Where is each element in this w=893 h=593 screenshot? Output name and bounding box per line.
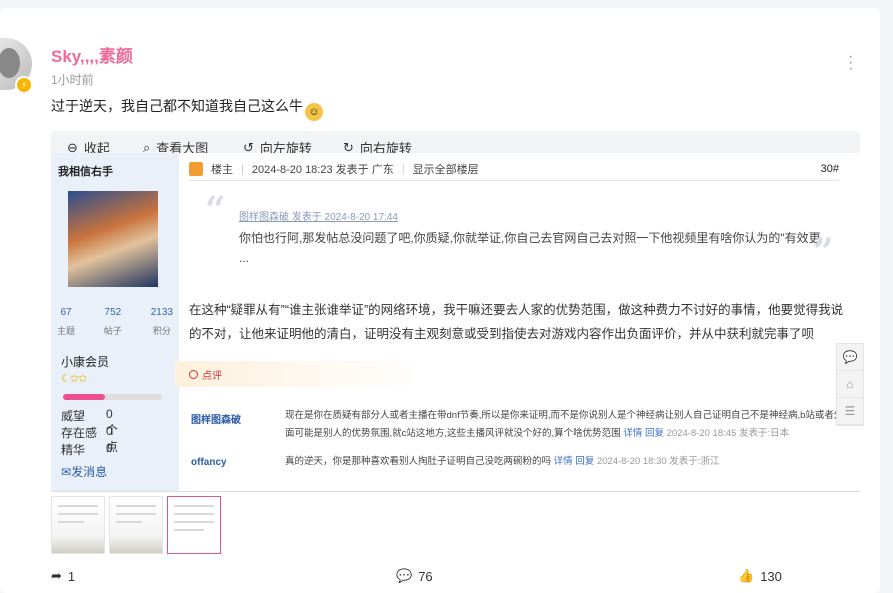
comment-text: 真的逆天，你是那种喜欢看别人掏肚子证明自己没吃两碗粉的吗 详情 回复 2024-… [285,453,845,471]
stat-points: 2133 积分 [151,307,173,337]
vip-badge-icon: ⚡ [15,76,33,94]
image-thumbnails [51,496,221,554]
level-progress-fill [63,394,105,400]
floor-role: 楼主 [211,164,233,176]
share-icon: ➦ [51,568,62,583]
level-stars-icon: ☾✩✩ [61,373,87,385]
stat-posts: 752 帖子 [104,307,122,337]
comment-body: 真的逆天，你是那种喜欢看别人掏肚子证明自己没吃两碗粉的吗 [285,456,552,467]
thumbnail-2[interactable] [109,496,163,554]
presence-label: 存在感 [61,426,98,440]
comment-button[interactable]: 💬 76 [396,568,433,584]
floor-number: 30# [820,163,839,175]
like-button[interactable]: 👍 130 [738,568,782,584]
comment-author: 图样图森破 [191,415,241,426]
forum-stats: 67 主题 752 帖子 2133 积分 [57,307,173,337]
circle-icon [189,369,198,379]
quote-text: 你怕也行阿,那发帖总没问题了吧,你质疑,你就举证,你自己去官网自己去对照一下他视… [239,231,821,265]
comment-links: 详情 回复 [623,428,664,439]
floor-bar: 楼主 | 2024-8-20 18:23 发表于 广东 | 显示全部楼层 30# [189,158,839,181]
share-button[interactable]: ➦ 1 [51,568,75,584]
thumbs-up-icon: 👍 [738,568,755,583]
more-options-icon[interactable]: · · · [848,49,854,77]
presence-row: 存在感 0 点 [61,424,118,454]
floor-show-all: 显示全部楼层 [412,164,479,176]
forum-user-sidebar: 我相信右手 67 主题 752 帖子 2133 积分 小康会员 ☾✩✩ 威望 0 个 存… [51,153,179,491]
mail-icon: ✉ [61,465,72,479]
stat-value: 752 [104,307,122,318]
divider: | [401,163,405,175]
forum-avatar [68,191,158,287]
comment-links: 详情 回复 [553,456,595,467]
post-text-content: 过于逆天，我自己都不知道我自己这么牛 [51,98,303,114]
close-quote-icon: ” [813,231,834,273]
member-level: 小康会员 [61,355,110,369]
expanded-image[interactable]: 我相信右手 67 主题 752 帖子 2133 积分 小康会员 ☾✩✩ 威望 0 个 存… [51,153,860,492]
prestige-label: 威望 [61,409,86,423]
smirk-emoji-icon: ☺ [305,103,323,121]
stat-label: 帖子 [103,326,122,336]
post-username[interactable]: Sky,,,,素颜 [51,42,133,67]
floor-time: 2024-8-20 18:23 发表于 广东 [251,164,394,176]
thumbnail-3[interactable] [167,496,221,554]
stat-value: 67 [60,307,72,318]
stat-value: 2133 [150,307,173,318]
stat-label: 积分 [152,326,171,336]
comment-meta: 2024-8-20 18:30 发表于:浙江 [596,456,720,467]
collect-tool-icon[interactable]: ⌂ [837,371,863,398]
send-message-label: 发消息 [71,465,108,479]
quote-source: 图样图森破 发表于 2024-8-20 17:44 [239,212,398,223]
send-message: ✉发消息 [61,463,107,480]
comment-count: 76 [418,568,433,584]
like-count: 130 [760,568,782,584]
divider: | [241,163,244,175]
op-icon [189,162,203,176]
comment-meta: 2024-8-20 18:45 发表于:日本 [666,428,790,439]
floating-tools: 💬 ⌂ ☰ [836,343,864,426]
post-time: 1小时前 [51,73,94,87]
stat-label: 主题 [57,326,76,336]
essence-value: 0 [106,441,113,455]
comment-icon: 💬 [396,568,413,583]
forum-post-main: 楼主 | 2024-8-20 18:23 发表于 广东 | 显示全部楼层 30#… [175,153,860,491]
list-tool-icon[interactable]: ☰ [837,398,863,425]
forum-username: 我相信右手 [58,166,113,178]
thumbnail-1[interactable] [51,496,105,554]
essence-row: 精华 0 [61,441,113,458]
post-text: 过于逆天，我自己都不知道我自己这么牛 ☺ [51,96,323,121]
comment-tool-icon[interactable]: 💬 [837,344,863,371]
comment-label-text: 点评 [202,370,222,382]
share-count: 1 [67,568,76,584]
comment-text: 现在是你在质疑有部分人或者主播在带dnf节奏,所以是你来证明,而不是你说别人是个… [285,407,845,443]
post-body: 在这种“疑罪从有”“谁主张谁举证”的网络环境，我干嘛还要去人家的优势范围，做这种… [189,303,844,341]
open-quote-icon: “ [205,189,226,231]
essence-label: 精华 [61,443,86,457]
comment-section-label: 点评 [175,361,420,387]
comment-author: offancy [191,457,227,468]
level-progress [63,394,162,400]
prestige-row: 威望 0 个 [61,407,118,437]
quote-block: 图样图森破 发表于 2024-8-20 17:44 你怕也行阿,那发帖总没问题了… [239,208,829,268]
stat-topics: 67 主题 [57,307,75,337]
